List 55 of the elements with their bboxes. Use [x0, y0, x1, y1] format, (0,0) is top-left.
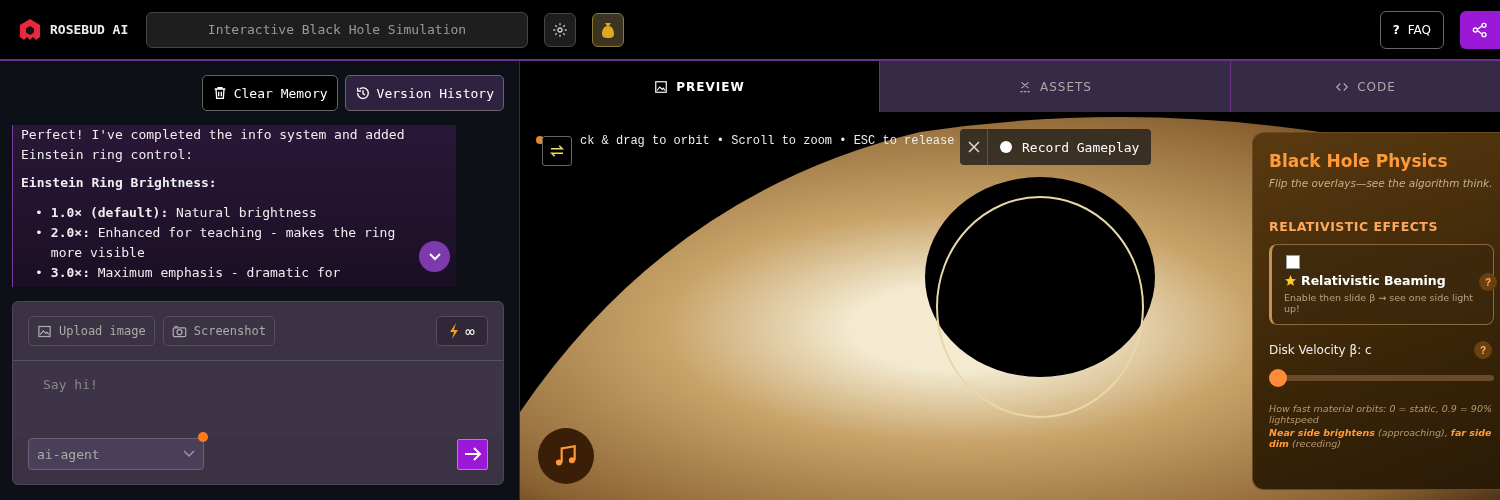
camera-icon	[171, 323, 187, 339]
section-heading: RELATIVISTIC EFFECTS	[1269, 219, 1439, 234]
arrow-right-icon	[463, 446, 482, 462]
message-text: Perfect! I've completed the info system and added Einstein ring control:	[21, 126, 406, 164]
slider-thumb[interactable]	[1269, 369, 1287, 387]
tab[interactable]: ASSETS	[879, 61, 1230, 112]
list-item: 1.0× (default): Natural brightness	[50, 204, 317, 222]
help-button[interactable]: ?	[1479, 273, 1497, 291]
image-icon	[37, 323, 52, 339]
close-icon	[967, 141, 980, 153]
send-button[interactable]	[457, 438, 488, 470]
image-icon	[654, 79, 669, 94]
notification-dot	[198, 432, 208, 442]
lightning-icon	[449, 323, 460, 339]
scroll-down-button[interactable]	[419, 241, 450, 272]
help-note: How fast material orbits: 0 = static, 0.9 = 90% lightspeed	[1269, 403, 1493, 425]
list-item: 2.0×: Enhanced for teaching - makes the ring more visible	[50, 224, 397, 262]
toggle-description: Enable then slide β → see one side light up!	[1284, 292, 1475, 314]
share-button[interactable]	[1460, 10, 1500, 49]
model-dropdown[interactable]: ai-agent	[28, 438, 204, 470]
screenshot-button[interactable]: Screenshot	[162, 316, 275, 346]
swap-button[interactable]	[542, 136, 572, 166]
bullet: •	[35, 204, 43, 222]
star-icon	[1284, 274, 1297, 287]
history-icon	[354, 85, 371, 101]
help-note: Near side brightens (approaching), far side dim (receding)	[1269, 427, 1493, 449]
money-bag-button[interactable]	[592, 12, 624, 47]
chevron-down-icon	[427, 251, 442, 262]
logo-icon	[18, 17, 42, 42]
money-bag-icon	[601, 21, 615, 38]
settings-button[interactable]	[544, 12, 576, 47]
upload-image-button[interactable]: Upload image	[28, 316, 155, 346]
tab[interactable]: CODE	[1230, 61, 1500, 112]
bullet: •	[35, 224, 43, 242]
slider-label: Disk Velocity β: c	[1269, 343, 1372, 357]
velocity-slider[interactable]	[1269, 369, 1494, 387]
share-icon	[1472, 21, 1488, 38]
brand-name: ROSEBUD AI	[50, 22, 129, 37]
credits-button[interactable]: ∞	[436, 316, 488, 346]
project-title-field[interactable]: Interactive Black Hole Simulation	[146, 11, 528, 48]
version-history-button[interactable]: Version History	[344, 75, 504, 111]
chevron-down-icon	[183, 450, 195, 458]
list-item: 3.0×: Maximum emphasis - dramatic for	[50, 264, 341, 282]
message-input[interactable]: Say hi!	[23, 367, 493, 434]
bullet: •	[35, 264, 43, 282]
record-gameplay-button[interactable]: Record Gameplay	[988, 129, 1152, 165]
panel-title: Black Hole Physics	[1269, 151, 1449, 171]
panel-subtitle: Flip the overlays—see the algorithm think.	[1269, 177, 1494, 189]
checkbox[interactable]	[1286, 255, 1300, 269]
clear-memory-button[interactable]: Clear Memory	[201, 75, 338, 111]
help-button[interactable]: ?	[1474, 341, 1492, 359]
faq-button[interactable]: ? FAQ	[1379, 10, 1444, 49]
toggle-label: Relativistic Beaming	[1301, 273, 1446, 288]
message-heading: Einstein Ring Brightness:	[21, 174, 218, 192]
settings-icon	[552, 21, 568, 38]
